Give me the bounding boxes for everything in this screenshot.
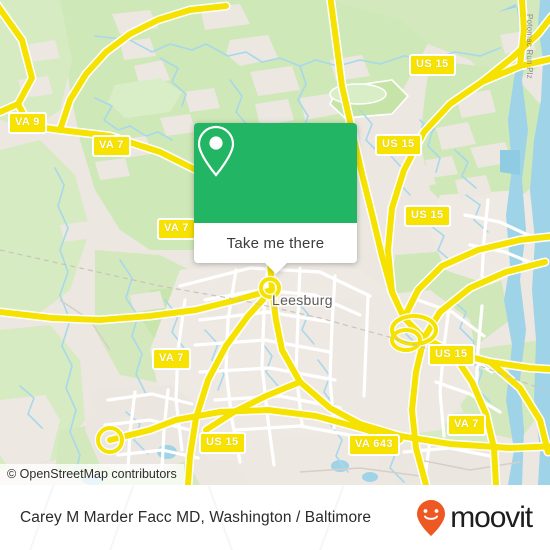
street-label-potomac-run-plz: Potomac Run Plz bbox=[525, 14, 534, 79]
highway-shield-va-643-9[interactable]: VA 643 bbox=[348, 434, 400, 456]
map-pin-icon bbox=[197, 125, 235, 177]
highway-shield-us-15-6[interactable]: US 15 bbox=[404, 205, 451, 227]
place-label-leesburg: Leesburg bbox=[272, 292, 333, 308]
highway-shield-va-7-3[interactable]: VA 7 bbox=[152, 348, 191, 370]
osm-attribution[interactable]: © OpenStreetMap contributors bbox=[0, 464, 184, 485]
take-me-there-button[interactable]: Take me there bbox=[194, 223, 357, 263]
popup-icon-area bbox=[194, 123, 357, 223]
footer-bar: Carey M Marder Facc MD, Washington / Bal… bbox=[0, 485, 550, 550]
moovit-pin-smiley-icon bbox=[417, 499, 446, 536]
popup-tail bbox=[264, 263, 287, 274]
map-screenshot: Leesburg Potomac Run Plz VA 9 VA 7 VA 7 … bbox=[0, 0, 550, 550]
highway-shield-va-7-2[interactable]: VA 7 bbox=[157, 218, 196, 240]
highway-shield-us-15-8[interactable]: US 15 bbox=[199, 432, 246, 454]
location-popup-card[interactable]: Take me there bbox=[194, 123, 357, 274]
highway-shield-us-15-7[interactable]: US 15 bbox=[428, 344, 475, 366]
map-canvas[interactable]: Leesburg Potomac Run Plz VA 9 VA 7 VA 7 … bbox=[0, 0, 550, 485]
highway-shield-va-7-10[interactable]: VA 7 bbox=[447, 414, 486, 436]
highway-shield-va-9-0[interactable]: VA 9 bbox=[8, 112, 47, 134]
moovit-wordmark: moovit bbox=[450, 500, 533, 534]
highway-shield-us-15-5[interactable]: US 15 bbox=[375, 134, 422, 156]
highway-shield-us-15-4[interactable]: US 15 bbox=[409, 54, 456, 76]
moovit-logo[interactable]: moovit bbox=[415, 499, 533, 537]
highway-shield-va-7-1[interactable]: VA 7 bbox=[92, 135, 131, 157]
